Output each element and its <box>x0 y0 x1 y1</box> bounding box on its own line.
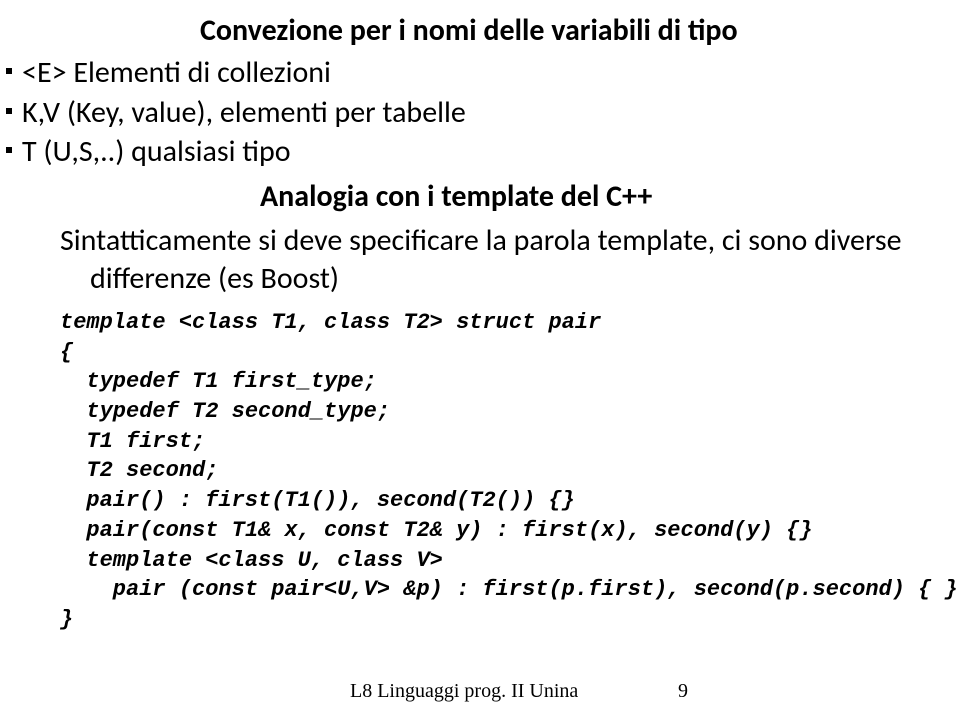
footer-page-number: 9 <box>678 680 688 703</box>
bullet-text: <E> Elementi di collezioni <box>22 54 331 91</box>
footer-text: L8 Linguaggi prog. II Unina <box>350 680 578 703</box>
bullet-list: <E> Elementi di collezioni K,V (Key, val… <box>0 54 466 173</box>
bullet-dot-icon <box>6 147 12 153</box>
bullet-item: K,V (Key, value), elementi per tabelle <box>0 94 466 132</box>
bullet-item: T (U,S,..) qualsiasi tipo <box>0 133 466 171</box>
bullet-text: T (U,S,..) qualsiasi tipo <box>22 133 291 170</box>
slide-subtitle: Analogia con i template del C++ <box>260 178 652 215</box>
paragraph-line: Sintatticamente si deve specificare la p… <box>60 222 954 260</box>
paragraph-line: differenze (es Boost) <box>90 260 954 298</box>
code-block: template <class T1, class T2> struct pai… <box>60 308 958 635</box>
slide: Convezione per i nomi delle variabili di… <box>0 0 960 721</box>
bullet-dot-icon <box>6 108 12 114</box>
bullet-text: K,V (Key, value), elementi per tabelle <box>22 94 466 131</box>
bullet-item: <E> Elementi di collezioni <box>0 54 466 92</box>
bullet-dot-icon <box>6 68 12 74</box>
body-paragraph: Sintatticamente si deve specificare la p… <box>60 222 954 297</box>
slide-title: Convezione per i nomi delle variabili di… <box>200 12 738 49</box>
